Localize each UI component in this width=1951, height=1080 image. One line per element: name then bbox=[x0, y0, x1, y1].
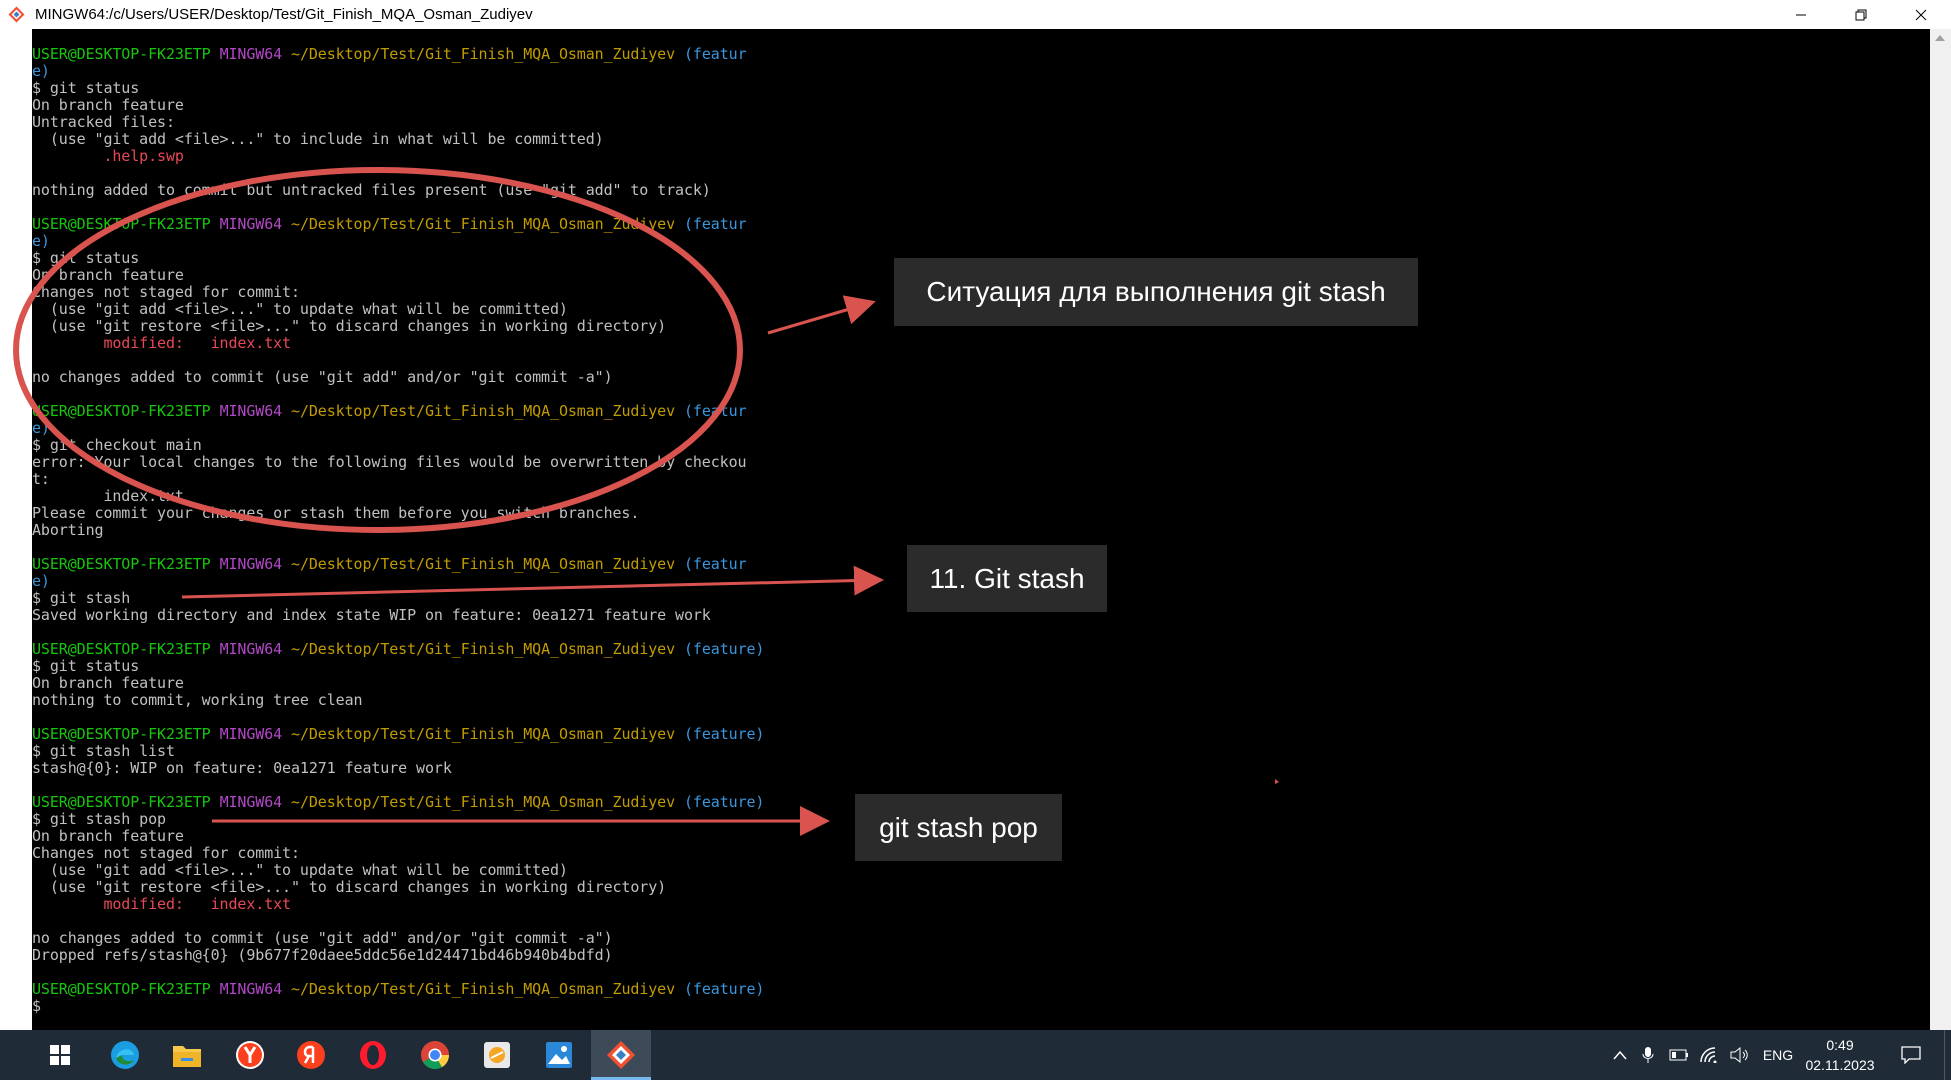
wifi-icon bbox=[1700, 1047, 1717, 1063]
window-title-bar[interactable]: MINGW64:/c/Users/USER/Desktop/Test/Git_F… bbox=[0, 0, 1951, 29]
taskbar-git-bash[interactable] bbox=[591, 1030, 651, 1080]
modified-file-line: modified: index.txt bbox=[32, 895, 291, 913]
untracked-file-line: .help.swp bbox=[32, 147, 184, 165]
taskbar-yandex-browser[interactable] bbox=[220, 1030, 280, 1080]
output-line: On branch feature bbox=[32, 674, 184, 692]
label-git-stash-pop: git stash pop bbox=[855, 794, 1062, 861]
command-line: $ git status bbox=[32, 657, 140, 675]
input-prompt-line[interactable]: $ bbox=[32, 998, 1930, 1015]
command-line: $ git status bbox=[32, 79, 140, 97]
output-line: nothing added to commit but untracked fi… bbox=[32, 181, 711, 199]
terminal-output[interactable]: USER@DESKTOP-FK23ETP MINGW64 ~/Desktop/T… bbox=[32, 46, 1930, 1030]
taskbar-opera[interactable] bbox=[343, 1030, 403, 1080]
sublime-like-app-icon bbox=[484, 1042, 510, 1068]
close-button[interactable] bbox=[1891, 0, 1951, 29]
taskbar: ENG 0:49 02.11.2023 bbox=[0, 1030, 1951, 1080]
output-line: Untracked files: bbox=[32, 113, 175, 131]
clock-date: 02.11.2023 bbox=[1805, 1057, 1875, 1073]
show-desktop-button[interactable] bbox=[1944, 1030, 1951, 1080]
volume-tray[interactable] bbox=[1728, 1030, 1752, 1080]
output-line: nothing to commit, working tree clean bbox=[32, 691, 363, 709]
notification-icon bbox=[1901, 1046, 1921, 1064]
prompt-line: USER@DESKTOP-FK23ETP MINGW64 ~/Desktop/T… bbox=[32, 640, 765, 658]
photos-icon bbox=[546, 1042, 572, 1068]
restore-icon bbox=[1855, 9, 1867, 20]
output-line: Aborting bbox=[32, 521, 104, 539]
speaker-icon bbox=[1730, 1047, 1748, 1063]
prompt-line: USER@DESKTOP-FK23ETP MINGW64 ~/Desktop/T… bbox=[32, 980, 765, 998]
prompt-line-wrap: e) bbox=[32, 62, 50, 80]
output-line: (use "git add <file>..." to include in w… bbox=[32, 130, 604, 148]
terminal-scrollbar[interactable] bbox=[1930, 29, 1951, 1030]
file-explorer-icon bbox=[173, 1046, 201, 1067]
minimize-icon bbox=[1796, 14, 1806, 15]
network-tray[interactable] bbox=[1698, 1030, 1722, 1080]
taskbar-edge[interactable] bbox=[95, 1030, 155, 1080]
prompt-line: USER@DESKTOP-FK23ETP MINGW64 ~/Desktop/T… bbox=[32, 402, 747, 420]
output-line: On branch feature bbox=[32, 96, 184, 114]
output-line: index.txt bbox=[32, 487, 184, 505]
windows-start-icon bbox=[50, 1045, 70, 1065]
prompt-line: USER@DESKTOP-FK23ETP MINGW64 ~/Desktop/T… bbox=[32, 45, 747, 63]
battery-icon bbox=[1669, 1049, 1688, 1061]
prompt-line: USER@DESKTOP-FK23ETP MINGW64 ~/Desktop/T… bbox=[32, 725, 765, 743]
show-hidden-icons-button[interactable] bbox=[1610, 1030, 1630, 1080]
window-left-border bbox=[0, 29, 32, 1030]
git-bash-icon bbox=[607, 1041, 635, 1069]
yandex-icon bbox=[297, 1041, 325, 1069]
chrome-icon bbox=[421, 1041, 449, 1069]
error-line-wrap: t: bbox=[32, 470, 50, 488]
label-git-stash: 11. Git stash bbox=[907, 545, 1107, 612]
taskbar-file-explorer[interactable] bbox=[157, 1030, 217, 1080]
action-center-button[interactable] bbox=[1895, 1030, 1927, 1080]
scroll-up-icon[interactable] bbox=[1935, 35, 1945, 41]
yandex-browser-icon bbox=[236, 1041, 264, 1069]
prompt-line: USER@DESKTOP-FK23ETP MINGW64 ~/Desktop/T… bbox=[32, 215, 747, 233]
output-line: no changes added to commit (use "git add… bbox=[32, 368, 613, 386]
clock-time: 0:49 bbox=[1826, 1037, 1854, 1053]
language-indicator[interactable]: ENG bbox=[1760, 1030, 1796, 1080]
taskbar-app[interactable] bbox=[467, 1030, 527, 1080]
modified-file-line: modified: index.txt bbox=[32, 334, 291, 352]
window-title: MINGW64:/c/Users/USER/Desktop/Test/Git_F… bbox=[35, 6, 533, 23]
start-button[interactable] bbox=[30, 1030, 90, 1080]
command-line: $ git stash list bbox=[32, 742, 175, 760]
taskbar-chrome[interactable] bbox=[405, 1030, 465, 1080]
microphone-icon bbox=[1642, 1047, 1654, 1063]
close-icon bbox=[1915, 9, 1927, 20]
battery-tray[interactable] bbox=[1667, 1030, 1691, 1080]
output-line: Please commit your changes or stash them… bbox=[32, 504, 640, 522]
label-situation: Ситуация для выполнения git stash bbox=[894, 258, 1418, 326]
edge-icon bbox=[111, 1041, 139, 1069]
output-line: no changes added to commit (use "git add… bbox=[32, 929, 613, 947]
minimize-button[interactable] bbox=[1771, 0, 1831, 29]
output-line: stash@{0}: WIP on feature: 0ea1271 featu… bbox=[32, 759, 452, 777]
command-line: $ git checkout main bbox=[32, 436, 202, 454]
prompt-line-wrap: e) bbox=[32, 232, 50, 250]
chevron-up-icon bbox=[1613, 1050, 1627, 1060]
taskbar-photos[interactable] bbox=[529, 1030, 589, 1080]
opera-icon bbox=[360, 1041, 386, 1069]
microphone-tray[interactable] bbox=[1638, 1030, 1658, 1080]
error-line: error: Your local changes to the followi… bbox=[32, 453, 747, 471]
output-line: (use "git add <file>..." to update what … bbox=[32, 861, 568, 879]
output-line: (use "git restore <file>..." to discard … bbox=[32, 878, 667, 896]
restore-button[interactable] bbox=[1831, 0, 1891, 29]
taskbar-yandex[interactable] bbox=[281, 1030, 341, 1080]
git-bash-app-icon bbox=[8, 6, 25, 23]
prompt-line-wrap: e) bbox=[32, 419, 50, 437]
clock[interactable]: 0:49 02.11.2023 bbox=[1795, 1035, 1885, 1075]
output-line: Dropped refs/stash@{0} (9b677f20daee5ddc… bbox=[32, 946, 613, 964]
